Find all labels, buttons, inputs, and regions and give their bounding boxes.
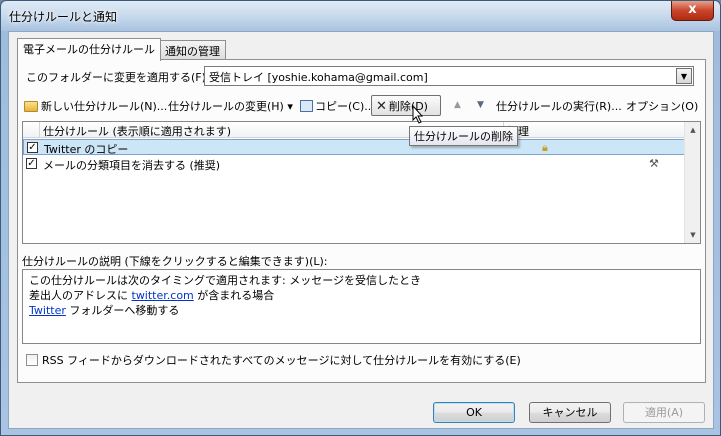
close-button[interactable]: x	[671, 1, 714, 21]
rules-and-alerts-window: 仕分けルールと通知 x 電子メールの仕分けルール 通知の管理 このフォルダーに変…	[0, 0, 721, 436]
new-rule-button[interactable]: 新しい仕分けルール(N)...	[24, 98, 167, 114]
rules-list-scrollbar[interactable]: ▲ ▼	[684, 122, 700, 243]
delete-tooltip: 仕分けルールの削除	[409, 126, 518, 146]
copy-rule-button[interactable]: コピー(C)...	[300, 98, 375, 114]
rule-name: メールの分類項目を消去する (推奨)	[43, 159, 221, 172]
move-up-icon[interactable]: ▲	[454, 100, 461, 110]
scroll-up-icon[interactable]: ▲	[685, 122, 701, 138]
rule-description-label: 仕分けルールの説明 (下線をクリックすると編集できます)(L):	[22, 255, 328, 268]
copy-label: コピー(C)...	[315, 100, 375, 113]
description-text: が含まれる場合	[197, 289, 275, 302]
tab-email-rules[interactable]: 電子メールの仕分けルール	[17, 38, 161, 61]
tab-manage-alerts[interactable]: 通知の管理	[159, 40, 226, 60]
folder-combobox[interactable]: 受信トレイ [yoshie.kohama@gmail.com] ▼	[204, 66, 694, 86]
tools-icon: ⚒	[649, 157, 659, 170]
delete-rule-button[interactable]: ✕ 削除(D)	[371, 95, 441, 116]
rule-name: Twitter のコピー	[44, 143, 129, 156]
rss-rules-checkbox[interactable]	[26, 354, 38, 366]
dialog-client-area: 電子メールの仕分けルール 通知の管理 このフォルダーに変更を適用する(F): 受…	[8, 31, 714, 429]
sender-address-link[interactable]: twitter.com	[132, 289, 194, 302]
description-line: この仕分けルールは次のタイミングで適用されます: メッセージを受信したとき	[29, 274, 421, 287]
run-rules-button[interactable]: 仕分けルールの実行(R)...	[496, 98, 622, 114]
apply-button[interactable]: 適用(A)	[623, 402, 705, 423]
new-rule-label: 新しい仕分けルール(N)...	[41, 100, 168, 113]
options-button[interactable]: オプション(O)	[626, 98, 698, 114]
window-title: 仕分けルールと通知	[9, 10, 118, 24]
title-bar[interactable]: 仕分けルールと通知 x	[1, 1, 720, 31]
cancel-button[interactable]: キャンセル	[529, 402, 611, 423]
rules-toolbar: 新しい仕分けルール(N)... 仕分けルールの変更(H) ▾ コピー(C)...…	[22, 95, 702, 117]
description-line: Twitter フォルダーへ移動する	[29, 303, 694, 318]
new-folder-icon	[24, 101, 38, 112]
header-divider	[39, 122, 40, 138]
chevron-down-icon[interactable]: ▼	[676, 68, 692, 84]
rss-rules-option[interactable]: RSS フィードからダウンロードされたすべてのメッセージに対して仕分けルールを有…	[26, 352, 521, 368]
move-down-icon[interactable]: ▼	[477, 100, 484, 110]
lock-icon: 🔒︎	[542, 141, 548, 154]
rss-rules-label: RSS フィードからダウンロードされたすべてのメッセージに対して仕分けルールを有…	[42, 354, 521, 367]
rules-list[interactable]: 仕分けルール (表示順に適用されます) 処理 ✓ Twitter のコピー 🔒︎…	[22, 121, 701, 244]
email-rules-panel: このフォルダーに変更を適用する(F): 受信トレイ [yoshie.kohama…	[17, 59, 706, 383]
description-text: フォルダーへ移動する	[69, 304, 180, 317]
delete-x-icon: ✕	[376, 99, 387, 114]
copy-icon	[300, 100, 313, 112]
scroll-down-icon[interactable]: ▼	[685, 227, 701, 243]
description-text: 差出人のアドレスに	[29, 289, 128, 302]
change-rule-button[interactable]: 仕分けルールの変更(H) ▾	[168, 98, 293, 114]
apply-to-folder-label: このフォルダーに変更を適用する(F):	[26, 71, 210, 84]
description-line: 差出人のアドレスに twitter.com が含まれる場合	[29, 288, 694, 303]
rule-row[interactable]: ✓ Twitter のコピー 🔒︎	[23, 139, 685, 156]
rules-list-header: 仕分けルール (表示順に適用されます) 処理	[23, 122, 685, 138]
rule-row[interactable]: ✓ メールの分類項目を消去する (推奨) ⚒	[23, 156, 685, 172]
rule-enabled-checkbox[interactable]: ✓	[26, 158, 37, 169]
rule-description-box: この仕分けルールは次のタイミングで適用されます: メッセージを受信したとき 差出…	[22, 269, 701, 344]
folder-combobox-value: 受信トレイ [yoshie.kohama@gmail.com]	[209, 71, 428, 84]
target-folder-link[interactable]: Twitter	[29, 304, 66, 317]
mouse-pointer-icon	[412, 105, 424, 124]
rule-enabled-checkbox[interactable]: ✓	[27, 142, 38, 153]
rule-column-header[interactable]: 仕分けルール (表示順に適用されます)	[43, 123, 231, 139]
ok-button[interactable]: OK	[433, 402, 515, 423]
